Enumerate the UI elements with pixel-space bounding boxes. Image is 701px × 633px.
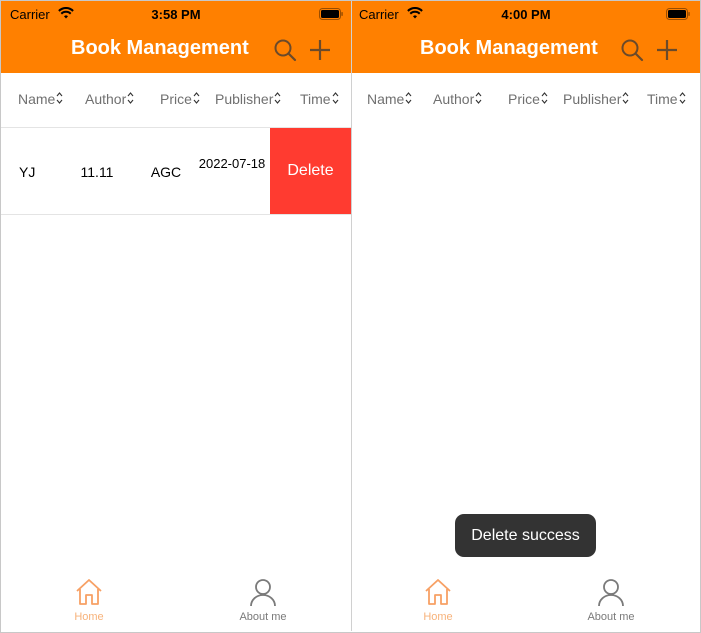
tab-home-label: Home	[74, 611, 104, 623]
search-icon[interactable]	[620, 38, 644, 62]
home-icon	[76, 579, 102, 605]
add-icon[interactable]	[308, 38, 332, 62]
sort-icon	[541, 92, 548, 104]
tab-about-label: About me	[239, 611, 287, 623]
status-bar: Carrier 4:00 PM	[352, 1, 700, 27]
tab-home[interactable]: Home	[388, 577, 488, 627]
column-header-price[interactable]: Price	[508, 91, 548, 107]
left-screen: Carrier 3:58 PM Book Management Name Aut	[1, 1, 351, 631]
status-time: 3:58 PM	[151, 7, 201, 22]
nav-header: Carrier 4:00 PM Book Management	[352, 1, 700, 73]
cell-author: 11.11	[80, 164, 114, 180]
column-header-publisher[interactable]: Publisher	[563, 91, 629, 107]
person-icon	[598, 579, 624, 607]
add-icon[interactable]	[655, 38, 679, 62]
tab-about-me[interactable]: About me	[561, 577, 661, 627]
tab-home-label: Home	[423, 611, 453, 623]
column-header-name[interactable]: Name	[18, 91, 63, 107]
sort-icon	[622, 92, 629, 104]
sort-icon	[127, 92, 134, 104]
toast-message: Delete success	[455, 514, 596, 557]
cell-price: AGC	[150, 164, 182, 180]
status-time: 4:00 PM	[501, 7, 551, 22]
right-screen: Carrier 4:00 PM Book Management Name Aut	[352, 1, 700, 631]
cell-name: YJ	[19, 164, 36, 180]
sort-icon	[274, 92, 281, 104]
column-header-publisher[interactable]: Publisher	[215, 91, 281, 107]
tab-about-me[interactable]: About me	[213, 577, 313, 627]
sort-icon	[56, 92, 63, 104]
column-header-row: Name Author Price Publisher Time	[1, 73, 351, 127]
column-header-author[interactable]: Author	[433, 91, 482, 107]
nav-header: Carrier 3:58 PM Book Management	[1, 1, 351, 73]
sort-icon	[193, 92, 200, 104]
row-divider	[1, 214, 351, 215]
column-header-row: Name Author Price Publisher Time	[352, 73, 700, 127]
home-icon	[425, 579, 451, 605]
search-icon[interactable]	[273, 38, 297, 62]
column-header-price[interactable]: Price	[160, 91, 200, 107]
tab-about-label: About me	[587, 611, 635, 623]
delete-button[interactable]: Delete	[270, 128, 351, 214]
page-title: Book Management	[420, 37, 598, 59]
sort-icon	[405, 92, 412, 104]
sort-icon	[332, 92, 339, 104]
status-bar: Carrier 3:58 PM	[1, 1, 351, 27]
column-header-author[interactable]: Author	[85, 91, 134, 107]
tab-home[interactable]: Home	[39, 577, 139, 627]
column-header-time[interactable]: Time	[647, 91, 686, 107]
tab-bar: Home About me	[1, 569, 351, 631]
sort-icon	[475, 92, 482, 104]
column-header-name[interactable]: Name	[367, 91, 412, 107]
battery-icon	[319, 8, 343, 20]
column-header-time[interactable]: Time	[300, 91, 339, 107]
page-title: Book Management	[71, 37, 249, 59]
table-row[interactable]: YJ 11.11 AGC 2022-07-18 Delete	[1, 128, 351, 214]
person-icon	[250, 579, 276, 607]
tab-bar: Home About me	[352, 569, 700, 631]
cell-publisher: 2022-07-18	[198, 156, 266, 171]
sort-icon	[679, 92, 686, 104]
battery-icon	[666, 8, 690, 20]
